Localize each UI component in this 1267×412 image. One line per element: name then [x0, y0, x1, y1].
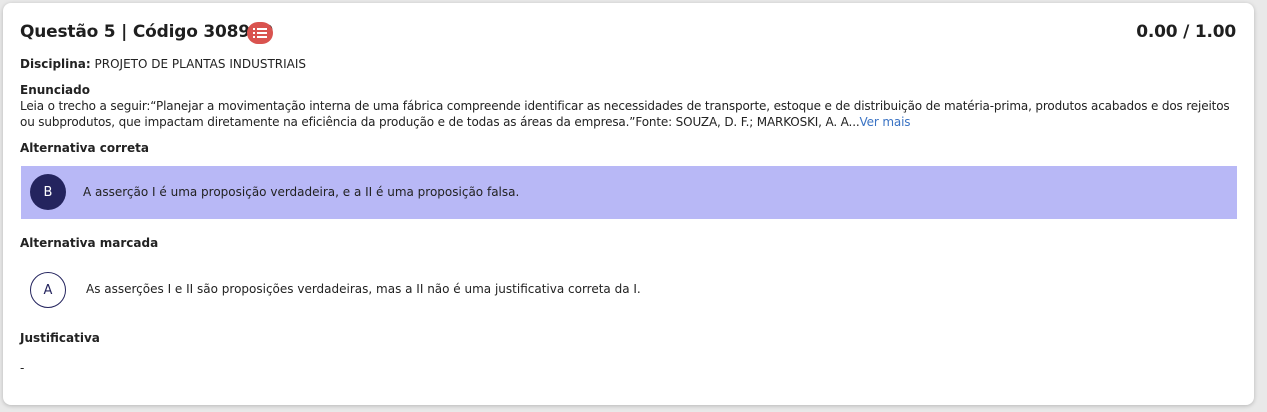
question-score: 0.00 / 1.00	[1136, 22, 1236, 42]
alternativa-marcada-label: Alternativa marcada	[20, 236, 159, 250]
correct-answer-text: A asserção I é uma proposição verdadeira…	[83, 185, 520, 199]
enunciado-text: Leia o trecho a seguir:“Planejar a movim…	[20, 98, 1240, 130]
correct-answer-box: B A asserção I é uma proposição verdadei…	[21, 166, 1237, 219]
justificativa-value: -	[20, 361, 25, 375]
justificativa-label: Justificativa	[20, 331, 100, 345]
list-icon-glyph	[253, 28, 267, 38]
alternativa-correta-label: Alternativa correta	[20, 141, 149, 155]
disciplina-label: Disciplina:	[20, 57, 91, 71]
marked-answer-letter: A	[30, 272, 66, 308]
question-title: Questão 5 | Código 308910	[20, 22, 274, 42]
marked-answer-row: A As asserções I e II são proposições ve…	[21, 265, 1237, 317]
enunciado-label: Enunciado	[20, 83, 90, 97]
list-icon[interactable]	[247, 22, 273, 44]
ver-mais-link[interactable]: Ver mais	[860, 115, 911, 129]
question-card: Questão 5 | Código 308910 0.00 / 1.00 Di…	[3, 3, 1254, 405]
marked-answer-text: As asserções I e II são proposições verd…	[86, 282, 641, 296]
enunciado-body: Leia o trecho a seguir:“Planejar a movim…	[20, 99, 1230, 129]
correct-answer-letter: B	[30, 174, 66, 210]
disciplina-row: Disciplina: PROJETO DE PLANTAS INDUSTRIA…	[20, 57, 306, 71]
disciplina-value: PROJETO DE PLANTAS INDUSTRIAIS	[94, 57, 307, 71]
question-header: Questão 5 | Código 308910 0.00 / 1.00	[20, 19, 1236, 47]
